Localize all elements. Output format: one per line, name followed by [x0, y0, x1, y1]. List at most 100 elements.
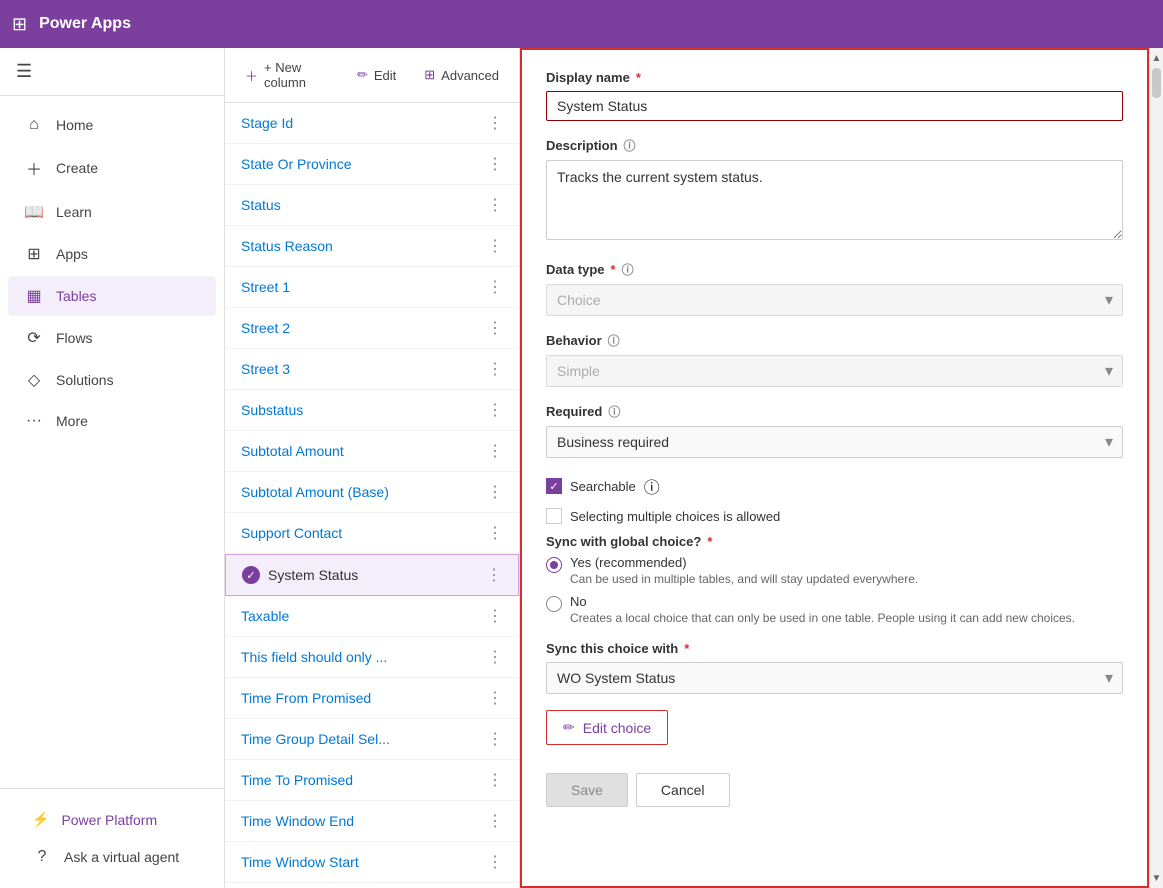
list-item-subtotal-amount-base[interactable]: Subtotal Amount (Base)⋮: [225, 472, 519, 513]
sidebar-top: ☰: [0, 48, 224, 96]
list-item-more-icon[interactable]: ⋮: [487, 400, 503, 420]
list-item-state-or-province[interactable]: State Or Province⋮: [225, 144, 519, 185]
save-button[interactable]: Save: [546, 773, 628, 807]
display-name-required: *: [636, 70, 641, 85]
sidebar-item-ask-agent[interactable]: ? Ask a virtual agent: [16, 838, 208, 876]
list-item-name: Stage Id: [241, 115, 293, 131]
list-item-more-icon[interactable]: ⋮: [487, 154, 503, 174]
right-scrollbar: ▲ ▼: [1149, 48, 1163, 888]
list-item-time-window-start[interactable]: Time Window Start⋮: [225, 842, 519, 883]
list-item-time-window-end[interactable]: Time Window End⋮: [225, 801, 519, 842]
sidebar-item-solutions[interactable]: ◇ Solutions: [8, 360, 216, 400]
list-item-stage-id[interactable]: Stage Id ⋮: [225, 103, 519, 144]
list-item-more-icon[interactable]: ⋮: [487, 523, 503, 543]
description-info-icon[interactable]: ⓘ: [624, 137, 636, 154]
scroll-up-arrow[interactable]: ▲: [1150, 48, 1163, 68]
grid-icon[interactable]: ⊞: [12, 14, 27, 35]
list-item-system-status[interactable]: ✓System Status⋮: [225, 554, 519, 596]
list-item-more-icon[interactable]: ⋮: [487, 606, 503, 626]
searchable-label: Searchable: [570, 479, 636, 494]
main-layout: ☰ ⌂ Home ＋ Create 📖 Learn ⊞ Apps ▦ Table…: [0, 48, 1163, 888]
required-select[interactable]: Business required: [546, 426, 1123, 458]
sidebar-item-create[interactable]: ＋ Create: [8, 146, 216, 190]
list-item-more-icon[interactable]: ⋮: [487, 236, 503, 256]
sidebar-item-label: Tables: [56, 288, 96, 304]
list-item-substatus[interactable]: Substatus⋮: [225, 390, 519, 431]
display-name-input[interactable]: [546, 91, 1123, 121]
description-textarea[interactable]: Tracks the current system status.: [546, 160, 1123, 240]
list-item-name: Status Reason: [241, 238, 333, 254]
edit-button[interactable]: ✏ Edit: [349, 63, 404, 87]
list-item-more-icon[interactable]: ⋮: [487, 770, 503, 790]
sidebar-item-tables[interactable]: ▦ Tables: [8, 276, 216, 316]
app-title: Power Apps: [39, 15, 131, 33]
list-item-street-3[interactable]: Street 3⋮: [225, 349, 519, 390]
edit-choice-button[interactable]: ✏ Edit choice: [546, 710, 668, 745]
list-item-more-icon[interactable]: ⋮: [487, 482, 503, 502]
list-item-more-icon[interactable]: ⋮: [487, 811, 503, 831]
yes-radio-button[interactable]: [546, 557, 562, 573]
list-item-street-1[interactable]: Street 1⋮: [225, 267, 519, 308]
list-item-more-icon[interactable]: ⋮: [487, 647, 503, 667]
list-item-more-icon[interactable]: ⋮: [487, 277, 503, 297]
advanced-icon: ⊞: [424, 67, 435, 83]
sidebar-item-label: More: [56, 413, 88, 429]
list-item-street-2[interactable]: Street 2⋮: [225, 308, 519, 349]
sidebar-item-more[interactable]: ··· More: [8, 402, 216, 440]
list-item-time-to-promised[interactable]: Time To Promised ⋮: [225, 760, 519, 801]
new-column-button[interactable]: ＋ + New column: [237, 56, 337, 94]
sidebar-item-flows[interactable]: ⟳ Flows: [8, 318, 216, 358]
list-item-more-icon[interactable]: ⋮: [487, 729, 503, 749]
action-bar: Save Cancel: [546, 761, 1123, 807]
sync-choice-select[interactable]: WO System Status: [546, 662, 1123, 694]
sidebar-item-apps[interactable]: ⊞ Apps: [8, 234, 216, 274]
hamburger-icon[interactable]: ☰: [16, 61, 32, 82]
yes-radio-desc: Can be used in multiple tables, and will…: [570, 572, 918, 586]
no-radio-button[interactable]: [546, 596, 562, 612]
list-item-name: Taxable: [241, 608, 289, 624]
no-radio-row: No Creates a local choice that can only …: [546, 594, 1123, 625]
list-item-support-contact[interactable]: Support Contact⋮: [225, 513, 519, 554]
list-item-more-icon[interactable]: ⋮: [487, 113, 503, 133]
searchable-checkbox[interactable]: ✓: [546, 478, 562, 494]
advanced-button[interactable]: ⊞ Advanced: [416, 63, 507, 87]
list-item-more-icon[interactable]: ⋮: [486, 565, 502, 585]
list-item-taxable[interactable]: Taxable ⋮: [225, 596, 519, 637]
list-item-more-icon[interactable]: ⋮: [487, 852, 503, 872]
list-item-this-field[interactable]: This field should only ... ⋮: [225, 637, 519, 678]
list-item-name: Status: [241, 197, 281, 213]
list-item-more-icon[interactable]: ⋮: [487, 441, 503, 461]
list-item-status[interactable]: Status ⋮: [225, 185, 519, 226]
multiple-choices-checkbox[interactable]: [546, 508, 562, 524]
sidebar-nav: ⌂ Home ＋ Create 📖 Learn ⊞ Apps ▦ Tables …: [0, 96, 224, 788]
cancel-button[interactable]: Cancel: [636, 773, 730, 807]
behavior-info-icon[interactable]: ⓘ: [608, 332, 620, 349]
scroll-down-arrow[interactable]: ▼: [1150, 868, 1163, 888]
list-item-name: Time To Promised: [241, 772, 353, 788]
sidebar-item-home[interactable]: ⌂ Home: [8, 106, 216, 144]
list-item-more-icon[interactable]: ⋮: [487, 195, 503, 215]
list-item-more-icon[interactable]: ⋮: [487, 318, 503, 338]
sidebar-item-learn[interactable]: 📖 Learn: [8, 192, 216, 232]
selected-check-icon: ✓: [242, 566, 260, 584]
list-item-more-icon[interactable]: ⋮: [487, 359, 503, 379]
list-item-name: This field should only ...: [241, 649, 387, 665]
power-platform-icon: ⚡: [32, 811, 49, 828]
data-type-label: Data type * ⓘ: [546, 261, 1123, 278]
data-type-select[interactable]: Choice: [546, 284, 1123, 316]
data-type-info-icon[interactable]: ⓘ: [622, 261, 634, 278]
list-item-time-group-detail[interactable]: Time Group Detail Sel...⋮: [225, 719, 519, 760]
list-item-subtotal-amount[interactable]: Subtotal Amount⋮: [225, 431, 519, 472]
behavior-select[interactable]: Simple: [546, 355, 1123, 387]
list-item-status-reason[interactable]: Status Reason ⋮: [225, 226, 519, 267]
ask-agent-label: Ask a virtual agent: [64, 849, 179, 865]
topbar: ⊞ Power Apps: [0, 0, 1163, 48]
home-icon: ⌂: [24, 116, 44, 134]
required-info-icon[interactable]: ⓘ: [608, 403, 620, 420]
no-radio-label: No: [570, 594, 1075, 609]
searchable-info-icon[interactable]: ⓘ: [644, 474, 660, 498]
yes-radio-group: Yes (recommended) Can be used in multipl…: [546, 555, 1123, 586]
list-item-more-icon[interactable]: ⋮: [487, 688, 503, 708]
list-item-time-from-promised[interactable]: Time From Promised⋮: [225, 678, 519, 719]
sidebar-item-power-platform[interactable]: ⚡ Power Platform: [16, 801, 208, 838]
